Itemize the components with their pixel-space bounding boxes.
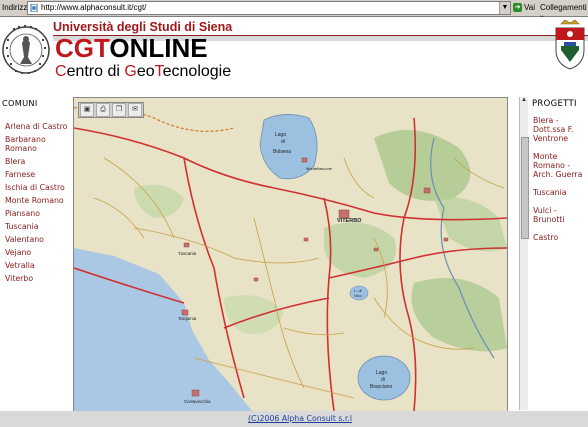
comuni-heading: COMUNI: [2, 98, 38, 108]
scroll-up-icon[interactable]: ▲: [520, 97, 528, 105]
page-footer: (C)2006 Alpha Consult s.r.l: [0, 411, 588, 427]
save-icon[interactable]: ▣: [80, 103, 94, 117]
map-label: Bolsena: [273, 149, 291, 155]
site-title: CGTONLINE: [55, 33, 208, 64]
map-label: Montefiascone: [306, 166, 333, 171]
scroll-thumb[interactable]: [521, 137, 529, 239]
map-label: Vico: [354, 293, 362, 298]
university-seal-icon: [2, 25, 50, 74]
university-name: Università degli Studi di Siena: [53, 20, 233, 34]
progetto-link[interactable]: Vulci - Brunotti: [533, 206, 588, 224]
site-title-black: ONLINE: [109, 33, 208, 63]
subtitle-part: ecnologie: [162, 63, 232, 80]
progetto-link[interactable]: Monte Romano - Arch. Guerra: [533, 152, 588, 179]
site-subtitle: Centro di GeoTecnologie: [55, 63, 231, 81]
comune-link[interactable]: Blera: [5, 157, 71, 166]
print-icon[interactable]: ⎙: [96, 103, 110, 117]
comuni-list: Arlena di Castro Barbarano Romano Blera …: [5, 122, 71, 287]
copy-icon[interactable]: ❐: [112, 103, 126, 117]
comune-link[interactable]: Valentano: [5, 235, 71, 244]
comune-link[interactable]: Arlena di Castro: [5, 122, 71, 131]
subtitle-part: entro di: [66, 63, 125, 80]
url-dropdown-icon[interactable]: ▼: [499, 2, 510, 14]
url-input[interactable]: http://www.alphaconsult.it/cgt/ ▼: [27, 1, 511, 15]
go-arrow-icon: ➜: [513, 3, 522, 13]
subtitle-part: eo: [136, 63, 155, 80]
comune-link[interactable]: Piansano: [5, 209, 71, 218]
progetti-heading: PROGETTI: [532, 99, 577, 109]
comune-link[interactable]: Vejano: [5, 248, 71, 257]
progetti-list: Blera - Dott.ssa F. Ventrone Monte Roman…: [533, 116, 588, 251]
go-label: Vai: [524, 3, 535, 12]
subtitle-part: C: [55, 63, 67, 80]
comune-link[interactable]: Viterbo: [5, 274, 71, 283]
vertical-scrollbar[interactable]: ▲: [519, 97, 529, 410]
comune-link[interactable]: Ischia di Castro: [5, 183, 71, 192]
map-label: di: [381, 377, 385, 383]
map-label: VITERBO: [337, 218, 362, 224]
map-label: Lago: [376, 370, 387, 376]
copyright-link[interactable]: (C)2006 Alpha Consult s.r.l: [248, 414, 352, 423]
progetto-link[interactable]: Blera - Dott.ssa F. Ventrone: [533, 116, 588, 143]
subtitle-part: G: [124, 63, 137, 80]
subtitle-part: T: [154, 63, 163, 80]
site-title-red: CGT: [55, 33, 110, 63]
map-label: Tarquinia: [178, 316, 197, 321]
comune-link[interactable]: Tuscania: [5, 222, 71, 231]
email-icon[interactable]: ✉: [128, 103, 142, 117]
page-icon: [30, 4, 38, 12]
map-image[interactable]: Lago di Bolsena VITERBO Tuscania Tarquin…: [74, 98, 507, 411]
map-toolbar: ▣ ⎙ ❐ ✉: [78, 102, 144, 118]
go-button[interactable]: ➜ Vai: [513, 1, 535, 14]
map-label: Tuscania: [178, 251, 197, 256]
progetto-link[interactable]: Castro: [533, 233, 588, 242]
comune-link[interactable]: Barbarano Romano: [5, 135, 71, 153]
left-sidebar: COMUNI Arlena di Castro Barbarano Romano…: [0, 92, 72, 410]
site-header: Università degli Studi di Siena CGTONLIN…: [0, 17, 588, 92]
map-label: di: [281, 139, 285, 145]
links-label: Collegamenti: [540, 3, 587, 12]
progetto-link[interactable]: Tuscania: [533, 188, 588, 197]
right-sidebar: PROGETTI Blera - Dott.ssa F. Ventrone Mo…: [530, 92, 588, 410]
map-label: Civitavecchia: [184, 399, 211, 404]
city-crest-icon: [555, 20, 585, 70]
map-label: Bracciano: [370, 384, 392, 390]
map-label: Lago: [275, 132, 286, 138]
address-bar: Indirizzo http://www.alphaconsult.it/cgt…: [0, 0, 588, 21]
comune-link[interactable]: Vetralla: [5, 261, 71, 270]
comune-link[interactable]: Farnese: [5, 170, 71, 179]
comune-link[interactable]: Monte Romano: [5, 196, 71, 205]
url-text: http://www.alphaconsult.it/cgt/: [41, 3, 147, 12]
map-viewer[interactable]: Lago di Bolsena VITERBO Tuscania Tarquin…: [73, 97, 508, 412]
